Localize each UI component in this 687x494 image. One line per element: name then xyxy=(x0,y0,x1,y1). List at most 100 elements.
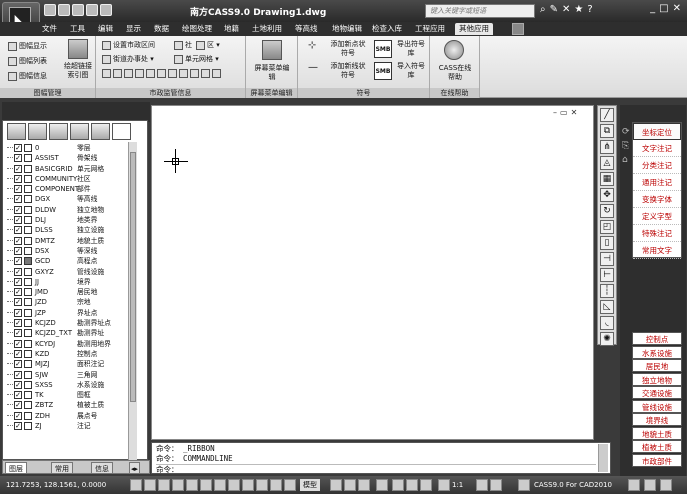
dyn-toggle-icon[interactable] xyxy=(228,479,240,491)
line-tool-icon[interactable]: ╱ xyxy=(600,108,614,122)
cat-transport[interactable]: 交通设施 xyxy=(632,386,682,399)
layer-row[interactable]: ✓ MJZJ 面积注记 xyxy=(7,359,143,369)
showmotion-icon[interactable] xyxy=(420,479,432,491)
wrench-icon[interactable]: ✎ xyxy=(550,4,562,15)
layer-row[interactable]: ✓ ZDH 展点号 xyxy=(7,411,143,421)
undo-icon[interactable] xyxy=(86,4,98,16)
lock-icon[interactable] xyxy=(628,479,640,491)
layer-color-swatch[interactable] xyxy=(24,185,32,194)
layer-visible-checkbox[interactable]: ✓ xyxy=(14,422,22,431)
layer-visible-checkbox[interactable]: ✓ xyxy=(14,391,22,400)
layer-row[interactable]: ✓ DLJ 地类界 xyxy=(7,215,143,225)
close-icon[interactable]: ✕ xyxy=(673,3,685,14)
qp-toggle-icon[interactable] xyxy=(270,479,282,491)
layer-row[interactable]: ✓ GCD 高程点 xyxy=(7,256,143,266)
layer-filter-icon[interactable] xyxy=(49,123,68,140)
doc-close-icon[interactable]: ✕ xyxy=(571,108,581,117)
panel-side-icon[interactable]: ⎘ xyxy=(622,139,632,153)
layer-scrollbar[interactable] xyxy=(128,142,137,462)
cat-independent-features[interactable]: 独立地物 xyxy=(632,372,682,386)
layer-row[interactable]: ✓ DMTZ 地貌土质 xyxy=(7,236,143,246)
layer-properties-icon[interactable] xyxy=(70,123,89,140)
zoom-icon[interactable] xyxy=(392,479,404,491)
layer-row[interactable]: ✓ KCJZD 勘测界址点 xyxy=(7,318,143,328)
layer-row[interactable]: ✓ ASSIST 骨架线 xyxy=(7,153,143,163)
layer-row[interactable]: ✓ ZJ 注记 xyxy=(7,421,143,431)
menu-other[interactable]: 其他应用 xyxy=(455,23,493,35)
tool-icon[interactable] xyxy=(157,69,166,78)
pan-icon[interactable] xyxy=(376,479,388,491)
cat-water-facilities[interactable]: 水系设施 xyxy=(632,345,682,359)
tool-icon[interactable] xyxy=(124,69,133,78)
set-municipal-area-button[interactable]: 设置市政区间 xyxy=(102,40,155,50)
star-icon[interactable]: ★ xyxy=(574,4,587,15)
osnap-toggle-icon[interactable] xyxy=(186,479,198,491)
menu-drawing[interactable]: 绘图处理 xyxy=(182,23,212,35)
layer-visible-checkbox[interactable]: ✓ xyxy=(14,164,22,173)
workspace-label[interactable]: CASS9.0 For CAD2010 xyxy=(534,479,612,491)
layer-visible-checkbox[interactable]: ✓ xyxy=(14,411,22,420)
cat-residential[interactable]: 居民地 xyxy=(632,359,682,372)
rotate-tool-icon[interactable]: ↻ xyxy=(600,204,614,218)
tab-info[interactable]: 信息 xyxy=(91,462,113,474)
layer-manager-icon[interactable] xyxy=(7,123,26,140)
menu-engineering[interactable]: 工程应用 xyxy=(415,23,445,35)
mirror-tool-icon[interactable]: ⋔ xyxy=(600,140,614,154)
layer-color-swatch[interactable] xyxy=(24,329,32,338)
menu-edit[interactable]: 编辑 xyxy=(98,23,113,35)
model-button[interactable]: 模型 xyxy=(300,479,320,491)
grid-toggle-icon[interactable] xyxy=(144,479,156,491)
tab-common-text[interactable]: 常用文字 xyxy=(633,242,681,259)
menu-contour[interactable]: 等高线 xyxy=(295,23,318,35)
layer-color-swatch[interactable] xyxy=(24,380,32,389)
layout-icon[interactable] xyxy=(330,479,342,491)
layer-visible-checkbox[interactable]: ✓ xyxy=(14,195,22,204)
layer-visible-checkbox[interactable]: ✓ xyxy=(14,401,22,410)
sheet-display-button[interactable]: 图幅显示 xyxy=(8,41,47,51)
tab-coordinate-locate[interactable]: 坐标定位 xyxy=(633,123,681,140)
layer-color-swatch[interactable] xyxy=(24,370,32,379)
annotation-visibility-icon[interactable] xyxy=(476,479,488,491)
extend-tool-icon[interactable]: ⊢ xyxy=(600,268,614,282)
menu-land-use[interactable]: 土地利用 xyxy=(252,23,282,35)
layer-row[interactable]: ✓ BASICGRID 单元网格 xyxy=(7,164,143,174)
layer-color-swatch[interactable] xyxy=(24,164,32,173)
unit-grid-dropdown[interactable]: 单元网格 ▾ xyxy=(174,54,219,64)
layer-color-swatch[interactable] xyxy=(24,226,32,235)
offset-tool-icon[interactable]: ◬ xyxy=(600,156,614,170)
ribbon-toggle-icon[interactable] xyxy=(512,23,524,35)
redo-icon[interactable] xyxy=(100,4,112,16)
community-button[interactable]: 社 xyxy=(174,40,192,50)
layer-color-swatch[interactable] xyxy=(24,154,32,163)
minimize-icon[interactable]: _ xyxy=(650,3,659,14)
scale-tool-icon[interactable]: ◰ xyxy=(600,220,614,234)
layer-color-swatch[interactable] xyxy=(24,411,32,420)
array-tool-icon[interactable]: ▦ xyxy=(600,172,614,186)
workspace-icon[interactable] xyxy=(518,479,530,491)
new-icon[interactable] xyxy=(44,4,56,16)
explode-tool-icon[interactable]: ✺ xyxy=(600,332,614,346)
layout-icon[interactable] xyxy=(358,479,370,491)
layer-color-swatch[interactable] xyxy=(24,236,32,245)
fillet-tool-icon[interactable]: ◟ xyxy=(600,316,614,330)
layer-color-swatch[interactable] xyxy=(24,144,32,152)
layer-row[interactable]: ✓ DGX 等高线 xyxy=(7,194,143,204)
layer-visible-checkbox[interactable]: ✓ xyxy=(14,174,22,183)
layer-color-swatch[interactable] xyxy=(24,174,32,183)
tpy-toggle-icon[interactable] xyxy=(256,479,268,491)
menu-view[interactable]: 显示 xyxy=(126,23,141,35)
layer-row[interactable]: ✓ ZBTZ 植被土质 xyxy=(7,400,143,410)
cat-landform[interactable]: 地貌土质 xyxy=(632,426,682,440)
menu-tools[interactable]: 工具 xyxy=(70,23,85,35)
layer-row[interactable]: ✓ DLDW 独立地物 xyxy=(7,205,143,215)
ortho-toggle-icon[interactable] xyxy=(158,479,170,491)
layer-color-swatch[interactable] xyxy=(24,277,32,286)
layer-color-swatch[interactable] xyxy=(24,267,32,276)
layer-row[interactable]: ✓ COMPONENT 部件 xyxy=(7,184,143,194)
layer-row[interactable]: ✓ 0 零层 xyxy=(7,143,143,153)
tool-icon[interactable] xyxy=(179,69,188,78)
layer-row[interactable]: ✓ JMD 居民地 xyxy=(7,287,143,297)
layout-icon[interactable] xyxy=(344,479,356,491)
panel-side-icon[interactable]: ⌂ xyxy=(622,153,632,167)
scrollbar-thumb[interactable] xyxy=(130,152,136,402)
